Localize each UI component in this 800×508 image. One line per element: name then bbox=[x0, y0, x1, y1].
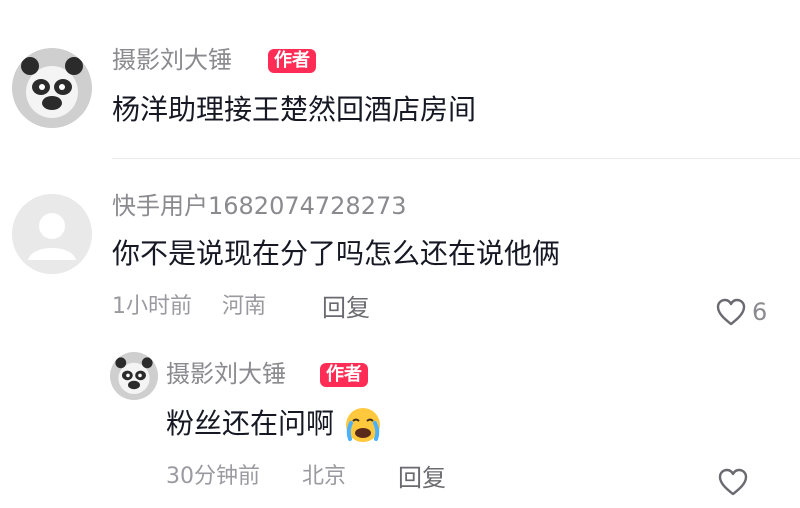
reply-author-badge: 作者 bbox=[320, 363, 368, 387]
heart-icon bbox=[718, 468, 748, 496]
divider bbox=[112, 158, 800, 159]
heart-icon bbox=[716, 298, 746, 326]
panda-avatar-icon bbox=[110, 352, 158, 400]
commenter-avatar[interactable] bbox=[12, 194, 92, 274]
author-avatar[interactable] bbox=[12, 48, 92, 128]
comment-reply-button[interactable]: 回复 bbox=[322, 296, 370, 320]
post-author-name[interactable]: 摄影刘大锤 bbox=[112, 48, 232, 72]
crying-face-emoji-icon bbox=[344, 406, 382, 444]
post-text: 杨洋助理接王楚然回酒店房间 bbox=[112, 93, 477, 126]
commenter-name[interactable]: 快手用户1682074728273 bbox=[112, 194, 407, 218]
reply-text: 粉丝还在问啊 bbox=[166, 407, 335, 440]
comment-time: 1小时前 bbox=[112, 294, 192, 319]
reply-time: 30分钟前 bbox=[166, 464, 260, 489]
panda-avatar-icon bbox=[12, 48, 92, 128]
reply-author-avatar[interactable] bbox=[110, 352, 158, 400]
author-badge: 作者 bbox=[268, 49, 316, 73]
comment-like-count: 6 bbox=[752, 298, 768, 326]
comment-like-button[interactable]: 6 bbox=[716, 298, 767, 326]
comment-location: 河南 bbox=[222, 294, 267, 319]
reply-reply-button[interactable]: 回复 bbox=[398, 466, 446, 490]
reply-author-name[interactable]: 摄影刘大锤 bbox=[166, 362, 286, 386]
default-user-icon bbox=[12, 194, 92, 274]
reply-like-button[interactable] bbox=[718, 468, 748, 496]
reply-location: 北京 bbox=[302, 464, 347, 489]
comment-text: 你不是说现在分了吗怎么还在说他俩 bbox=[112, 237, 561, 270]
